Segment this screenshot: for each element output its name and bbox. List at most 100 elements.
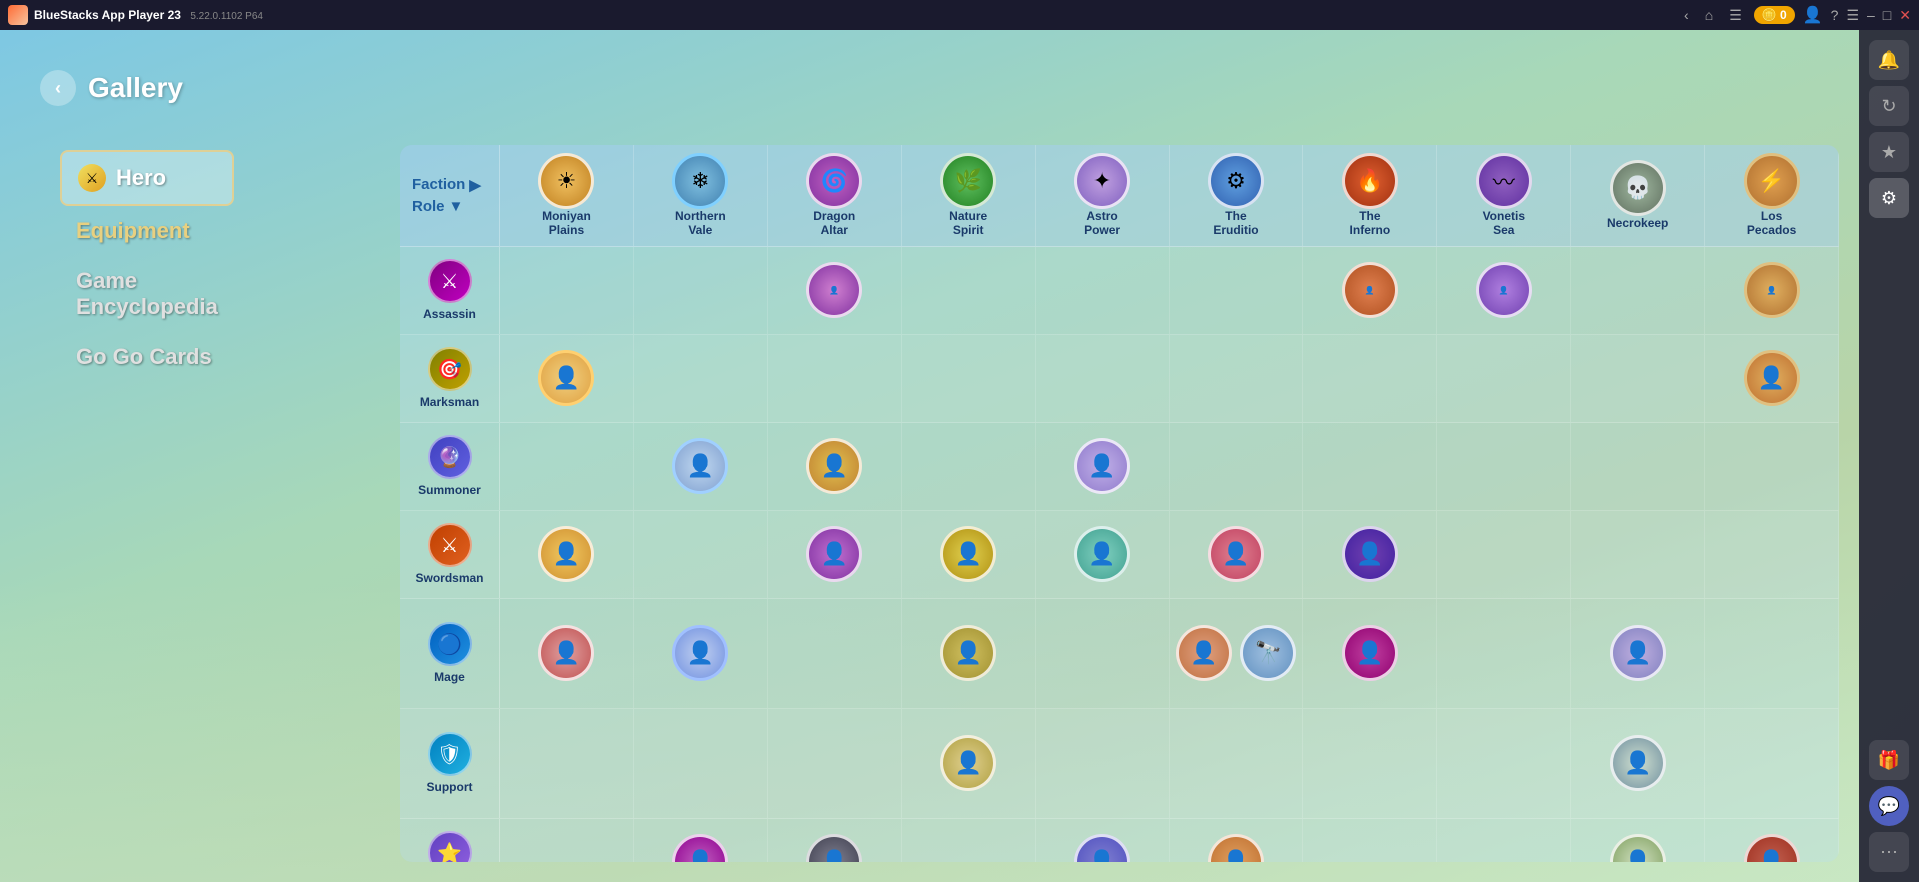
hero-avatar[interactable]: 👤 bbox=[806, 262, 862, 318]
faction-icon-nature[interactable]: 🌿 bbox=[940, 153, 996, 209]
hero-avatar[interactable]: 👤 bbox=[1744, 262, 1800, 318]
nav-item-hero[interactable]: ⚔ Hero bbox=[60, 150, 234, 206]
hero-cell-assassin-northern bbox=[634, 247, 768, 334]
hero-cell-mage-dragon bbox=[768, 599, 902, 708]
faction-filter-button[interactable]: Faction ▶ bbox=[412, 176, 481, 194]
nav-bookmark-icon[interactable]: ☰ bbox=[1729, 7, 1742, 24]
faction-icon-moniyan[interactable]: ☀ bbox=[538, 153, 594, 209]
title-bar: BlueStacks App Player 23 5.22.0.1102 P64… bbox=[0, 0, 1919, 30]
hero-avatar[interactable]: 👤 bbox=[538, 350, 594, 406]
close-icon[interactable]: ✕ bbox=[1899, 7, 1911, 24]
hero-cell-swordsman-astro: 👤 bbox=[1036, 511, 1170, 598]
sidebar-notification-icon[interactable]: 🔔 bbox=[1869, 40, 1909, 80]
faction-icon-eruditio[interactable]: ⚙ bbox=[1208, 153, 1264, 209]
nav-item-encyclopedia[interactable]: GameEncyclopedia bbox=[60, 256, 234, 332]
hero-avatar[interactable]: 👤 bbox=[538, 526, 594, 582]
hero-grid: Faction ▶ Role ▼ ☀ MoniyanPlains ❄ North… bbox=[400, 145, 1839, 862]
hero-avatar[interactable]: 👤 bbox=[1610, 625, 1666, 681]
faction-icon-astro[interactable]: ✦ bbox=[1074, 153, 1130, 209]
hero-avatar[interactable]: 👤 bbox=[672, 834, 728, 862]
profile-icon[interactable]: 👤 bbox=[1803, 5, 1823, 25]
app-version: 5.22.0.1102 P64 bbox=[190, 11, 263, 22]
hero-cell-summoner-dragon: 👤 bbox=[768, 423, 902, 510]
hero-cell-stargazer-lospedados: 👤 bbox=[1705, 819, 1839, 862]
nav-item-gogocards[interactable]: Go Go Cards bbox=[60, 332, 234, 382]
role-name-marksman: Marksman bbox=[420, 395, 479, 409]
sidebar-gift-icon[interactable]: 🎁 bbox=[1869, 740, 1909, 780]
faction-icon-northern[interactable]: ❄ bbox=[672, 153, 728, 209]
sidebar-more-icon[interactable]: ⋯ bbox=[1869, 832, 1909, 872]
hero-avatar[interactable]: 👤 bbox=[1744, 834, 1800, 862]
hero-avatar[interactable]: 👤 bbox=[538, 625, 594, 681]
hero-cell-stargazer-eruditio: 👤 bbox=[1170, 819, 1304, 862]
hero-avatar[interactable]: 👤 bbox=[1074, 526, 1130, 582]
faction-icon-lospedados[interactable]: ⚡ bbox=[1744, 153, 1800, 209]
hero-avatar[interactable]: 👤 bbox=[806, 834, 862, 862]
hero-avatar[interactable]: 👤 bbox=[672, 625, 728, 681]
help-icon[interactable]: ? bbox=[1831, 7, 1839, 23]
faction-icon-dragon[interactable]: 🌀 bbox=[806, 153, 862, 209]
hero-avatar[interactable]: 👤 bbox=[1074, 438, 1130, 494]
role-icon-assassin: ⚔ bbox=[428, 259, 472, 303]
hero-cell-swordsman-moniyan: 👤 bbox=[500, 511, 634, 598]
hero-avatar[interactable]: 👤 bbox=[672, 438, 728, 494]
nav-gogocards-label: Go Go Cards bbox=[76, 344, 212, 370]
hero-avatar[interactable]: 👤 bbox=[1342, 262, 1398, 318]
hero-cell-swordsman-inferno: 👤 bbox=[1303, 511, 1437, 598]
maximize-icon[interactable]: □ bbox=[1883, 7, 1891, 23]
hero-avatar[interactable]: 👤 bbox=[1208, 834, 1264, 862]
faction-col-necrokeep: 💀 Necrokeep bbox=[1571, 145, 1705, 246]
hero-avatar[interactable]: 👤 bbox=[1476, 262, 1532, 318]
hero-cell-support-eruditio bbox=[1170, 709, 1304, 818]
hero-avatar[interactable]: 👤 bbox=[1176, 625, 1232, 681]
hero-cell-summoner-necrokeep bbox=[1571, 423, 1705, 510]
hero-cell-assassin-eruditio bbox=[1170, 247, 1304, 334]
hero-avatar[interactable]: 👤 bbox=[1610, 834, 1666, 862]
hero-cell-marksman-vonetis bbox=[1437, 335, 1571, 422]
hero-avatar[interactable]: 👤 bbox=[806, 526, 862, 582]
hero-cell-swordsman-lospedados bbox=[1705, 511, 1839, 598]
role-name-assassin: Assassin bbox=[423, 307, 476, 321]
menu-icon[interactable]: ☰ bbox=[1846, 7, 1859, 24]
hero-avatar[interactable]: 👤 bbox=[940, 526, 996, 582]
role-name-swordsman: Swordsman bbox=[415, 571, 483, 585]
hero-cell-swordsman-eruditio: 👤 bbox=[1170, 511, 1304, 598]
hero-cell-mage-nature: 👤 bbox=[902, 599, 1036, 708]
hero-avatar[interactable]: 👤 bbox=[806, 438, 862, 494]
role-icon-stargazer: ⭐ bbox=[428, 831, 472, 862]
hero-cell-stargazer-moniyan bbox=[500, 819, 634, 862]
hero-avatar[interactable]: 🔭 bbox=[1240, 625, 1296, 681]
nav-encyclopedia-label: GameEncyclopedia bbox=[76, 268, 218, 320]
sidebar-chat-icon[interactable]: 💬 bbox=[1869, 786, 1909, 826]
hero-avatar[interactable]: 👤 bbox=[940, 735, 996, 791]
hero-cell-marksman-dragon bbox=[768, 335, 902, 422]
hero-avatar[interactable]: 👤 bbox=[1610, 735, 1666, 791]
hero-avatar[interactable]: 👤 bbox=[940, 625, 996, 681]
nav-back-icon[interactable]: ‹ bbox=[1684, 7, 1689, 23]
hero-avatar[interactable]: 👤 bbox=[1074, 834, 1130, 862]
hero-cell-swordsman-nature: 👤 bbox=[902, 511, 1036, 598]
hero-avatar[interactable]: 👤 bbox=[1342, 526, 1398, 582]
hero-icon: ⚔ bbox=[78, 164, 106, 192]
hero-avatar[interactable]: 👤 bbox=[1744, 350, 1800, 406]
nav-item-equipment[interactable]: Equipment bbox=[60, 206, 234, 256]
back-button[interactable]: ‹ bbox=[40, 70, 76, 106]
faction-col-eruditio: ⚙ TheEruditio bbox=[1170, 145, 1304, 246]
hero-cell-support-vonetis bbox=[1437, 709, 1571, 818]
hero-cell-stargazer-inferno bbox=[1303, 819, 1437, 862]
hero-avatar[interactable]: 👤 bbox=[1208, 526, 1264, 582]
faction-icon-inferno[interactable]: 🔥 bbox=[1342, 153, 1398, 209]
role-filter-button[interactable]: Role ▼ bbox=[412, 198, 463, 215]
hero-avatar[interactable]: 👤 bbox=[1342, 625, 1398, 681]
hero-cell-mage-necrokeep: 👤 bbox=[1571, 599, 1705, 708]
nav-home-icon[interactable]: ⌂ bbox=[1705, 7, 1713, 23]
sidebar-refresh-icon[interactable]: ↻ bbox=[1869, 86, 1909, 126]
sidebar-settings-icon[interactable]: ⚙ bbox=[1869, 178, 1909, 218]
faction-icon-vonetis[interactable]: 〰 bbox=[1476, 153, 1532, 209]
sidebar-star-icon[interactable]: ★ bbox=[1869, 132, 1909, 172]
faction-icon-necrokeep[interactable]: 💀 bbox=[1610, 160, 1666, 216]
grid-row-marksman: 🎯 Marksman 👤 👤 bbox=[400, 335, 1839, 423]
faction-role-cell: Faction ▶ Role ▼ bbox=[400, 145, 500, 246]
role-label: Role bbox=[412, 198, 445, 215]
minimize-icon[interactable]: – bbox=[1867, 7, 1875, 23]
